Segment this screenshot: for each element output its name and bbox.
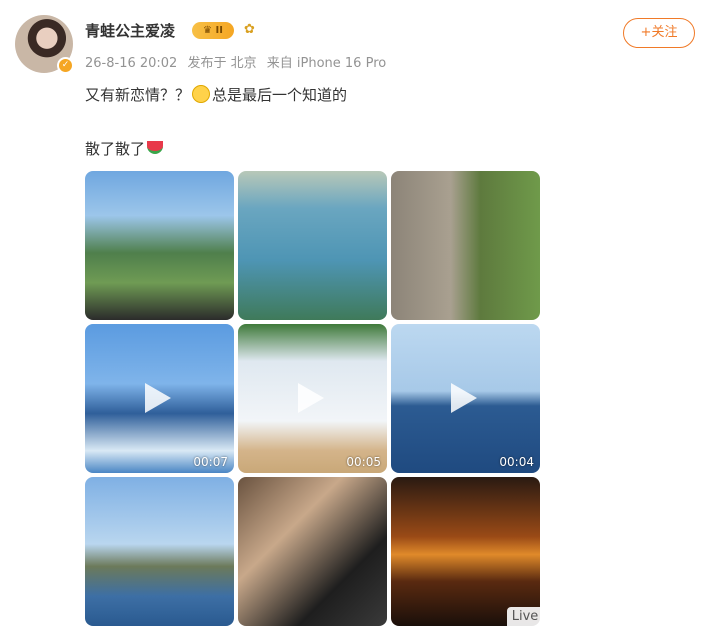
media-thumbnail[interactable] [85,171,234,320]
post-location: 发布于 北京 [187,56,257,71]
vip-level: II [215,25,223,36]
play-icon [298,383,324,413]
media-grid: 00:07 00:05 00:04 [85,171,541,627]
medal-icon: ✿ [244,22,255,37]
post-date: 26-8-16 20:02 [85,56,178,71]
media-thumbnail[interactable] [238,477,387,626]
media-thumbnail[interactable] [391,171,540,320]
video-thumbnail[interactable]: 00:05 [238,324,387,473]
post-meta: 26-8-16 20:02 发布于 北京 来自 iPhone 16 Pro [85,52,392,71]
video-thumbnail[interactable]: 00:04 [391,324,540,473]
post-text-line1-b: 总是最后一个知道的 [212,86,348,104]
media-thumbnail[interactable] [391,477,540,626]
post-text-line1: 又有新恋情？？ 总是最后一个知道的 [85,84,347,105]
post-text-line1-a: 又有新恋情？？ [85,86,191,104]
username[interactable]: 青蛙公主爱凌 [85,20,175,41]
verified-badge-icon: ✓ [57,57,74,74]
video-duration: 00:04 [499,455,534,469]
play-icon [145,383,171,413]
video-duration: 00:07 [193,455,228,469]
media-thumbnail[interactable] [238,171,387,320]
play-icon [451,383,477,413]
post-text-line2: 散了散了 [85,138,164,159]
sweat-smile-emoji-icon [192,85,211,103]
crown-icon: ♛ [203,25,213,36]
post-device: 来自 iPhone 16 Pro [266,56,387,71]
follow-button[interactable]: +关注 [623,18,695,48]
live-photo-badge: Live [507,607,543,627]
vip-badge[interactable]: ♛ II [192,22,234,39]
media-thumbnail[interactable] [85,477,234,626]
video-duration: 00:05 [346,455,381,469]
post-text-line2-text: 散了散了 [85,140,146,158]
watermelon-emoji-icon [147,141,164,154]
video-thumbnail[interactable]: 00:07 [85,324,234,473]
